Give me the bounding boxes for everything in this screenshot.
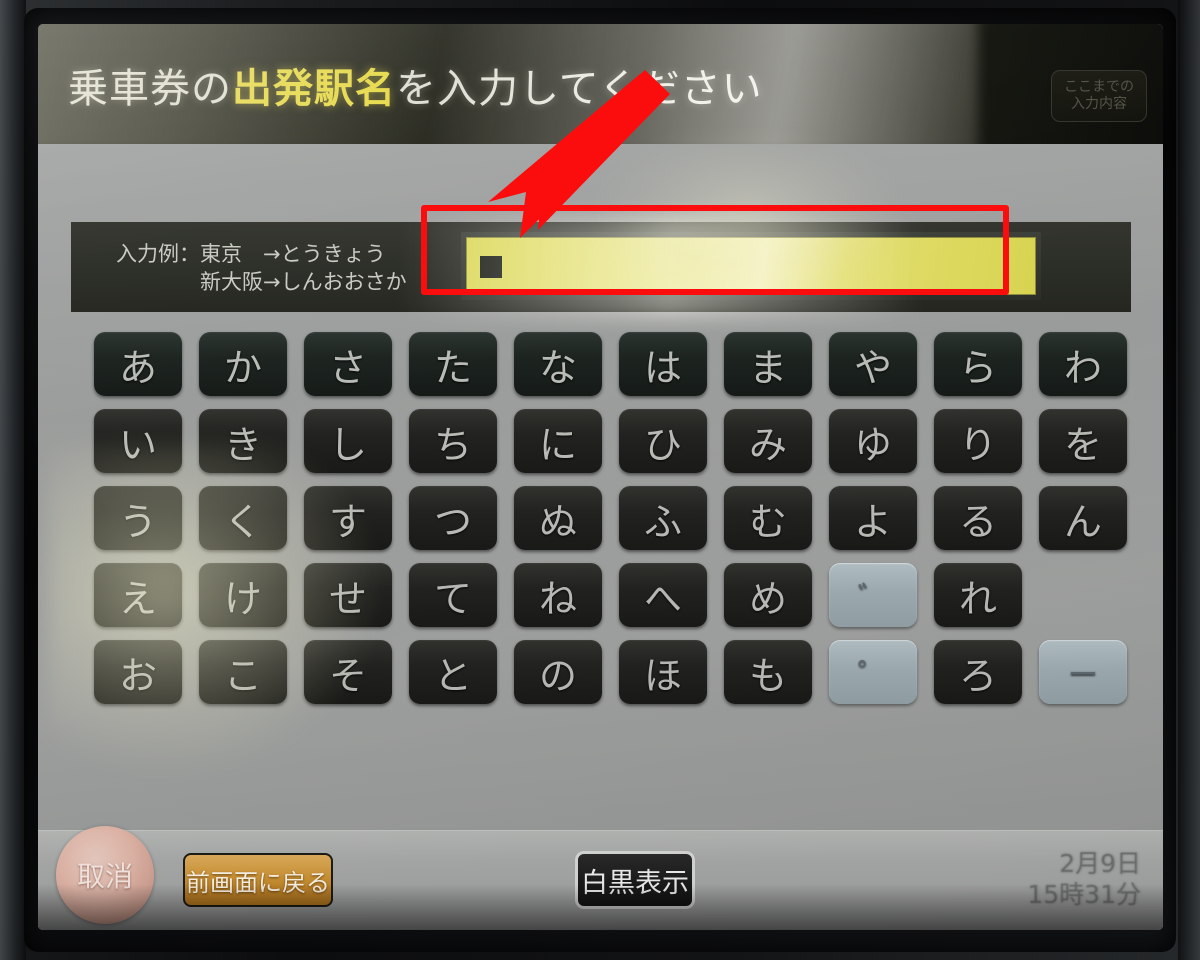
kana-key[interactable]: い xyxy=(94,409,182,473)
kana-key[interactable]: す xyxy=(304,486,392,550)
kana-key[interactable]: ー xyxy=(1039,640,1127,704)
kana-key[interactable]: や xyxy=(829,332,917,396)
kana-key[interactable]: も xyxy=(724,640,812,704)
kana-key[interactable]: お xyxy=(94,640,182,704)
ticket-machine: 乗車券の出発駅名を入力してください ここまでの 入力内容 入力例：東京 →とうき… xyxy=(0,0,1200,960)
station-name-input-wrapper[interactable] xyxy=(461,232,1041,300)
kana-key[interactable]: と xyxy=(409,640,497,704)
datetime-display: 2月9日 15時31分 xyxy=(1027,848,1141,910)
kana-key[interactable]: え xyxy=(94,563,182,627)
station-name-input[interactable] xyxy=(466,237,1036,295)
page-title-prefix: 乗車券の xyxy=(68,66,232,112)
kana-key[interactable]: ろ xyxy=(934,640,1022,704)
kana-key[interactable]: き xyxy=(199,409,287,473)
kana-key[interactable]: ゛ xyxy=(829,563,917,627)
kana-key[interactable]: わ xyxy=(1039,332,1127,396)
kana-key[interactable]: し xyxy=(304,409,392,473)
page-title: 乗車券の出発駅名を入力してください xyxy=(68,56,763,114)
kana-key[interactable]: ゆ xyxy=(829,409,917,473)
kana-key[interactable]: に xyxy=(514,409,602,473)
page-title-suffix: を入力してください xyxy=(396,66,763,112)
kana-keypad[interactable]: あかさたなはまやらわいきしちにひみゆりをうくすつぬふむよるんえけせてねへめ゛れお… xyxy=(86,326,1136,711)
kana-key[interactable]: ん xyxy=(1039,486,1127,550)
bottom-toolbar: 取消 前画面に戻る 白黒表示 2月9日 15時31分 xyxy=(38,826,1163,930)
kana-key[interactable]: ね xyxy=(514,563,602,627)
kana-key[interactable]: う xyxy=(94,486,182,550)
header-band: 乗車券の出発駅名を入力してください ここまでの 入力内容 xyxy=(38,24,1163,154)
kana-key[interactable]: ふ xyxy=(619,486,707,550)
kana-key[interactable]: む xyxy=(724,486,812,550)
input-history-label-line1: ここまでの xyxy=(1064,79,1134,95)
kana-key[interactable]: け xyxy=(199,563,287,627)
input-history-label-line2: 入力内容 xyxy=(1071,96,1127,112)
date-text: 2月9日 xyxy=(1059,849,1141,878)
kana-key[interactable]: の xyxy=(514,640,602,704)
kana-key[interactable]: る xyxy=(934,486,1022,550)
kana-key[interactable]: ほ xyxy=(619,640,707,704)
kana-key[interactable]: そ xyxy=(304,640,392,704)
input-example-text: 入力例：東京 →とうきょう 新大阪→しんおおさか xyxy=(116,242,407,294)
kana-key[interactable]: み xyxy=(724,409,812,473)
kana-key[interactable]: ぬ xyxy=(514,486,602,550)
text-cursor xyxy=(480,256,502,278)
kana-key[interactable]: を xyxy=(1039,409,1127,473)
kana-key[interactable]: よ xyxy=(829,486,917,550)
kana-key[interactable]: ら xyxy=(934,332,1022,396)
kana-key[interactable]: な xyxy=(514,332,602,396)
touchscreen[interactable]: 乗車券の出発駅名を入力してください ここまでの 入力内容 入力例：東京 →とうき… xyxy=(38,24,1163,930)
kana-key[interactable]: へ xyxy=(619,563,707,627)
cancel-button[interactable]: 取消 xyxy=(56,826,154,924)
machine-right-trim xyxy=(1178,0,1200,960)
kana-key[interactable]: あ xyxy=(94,332,182,396)
kana-key[interactable]: ち xyxy=(409,409,497,473)
kana-key[interactable]: せ xyxy=(304,563,392,627)
kana-key[interactable]: ま xyxy=(724,332,812,396)
black-white-display-button[interactable]: 白黒表示 xyxy=(575,851,695,909)
kana-key[interactable]: さ xyxy=(304,332,392,396)
kana-key[interactable]: つ xyxy=(409,486,497,550)
back-button[interactable]: 前画面に戻る xyxy=(183,853,333,907)
kana-key[interactable]: ゜ xyxy=(829,640,917,704)
kana-key[interactable]: れ xyxy=(934,563,1022,627)
time-text: 15時31分 xyxy=(1027,880,1141,909)
kana-key[interactable]: か xyxy=(199,332,287,396)
kana-key[interactable]: た xyxy=(409,332,497,396)
machine-left-trim xyxy=(0,0,26,960)
kana-key[interactable]: め xyxy=(724,563,812,627)
entry-row: 入力例：東京 →とうきょう 新大阪→しんおおさか xyxy=(71,216,1131,318)
kana-key[interactable]: ひ xyxy=(619,409,707,473)
kana-key[interactable]: こ xyxy=(199,640,287,704)
kana-key[interactable]: り xyxy=(934,409,1022,473)
main-body: 入力例：東京 →とうきょう 新大阪→しんおおさか あかさたなはまやらわいきしちに… xyxy=(38,134,1163,930)
input-history-button[interactable]: ここまでの 入力内容 xyxy=(1051,70,1147,122)
kana-key[interactable]: は xyxy=(619,332,707,396)
page-title-highlight: 出発駅名 xyxy=(232,66,396,112)
kana-key[interactable]: て xyxy=(409,563,497,627)
kana-key[interactable]: く xyxy=(199,486,287,550)
